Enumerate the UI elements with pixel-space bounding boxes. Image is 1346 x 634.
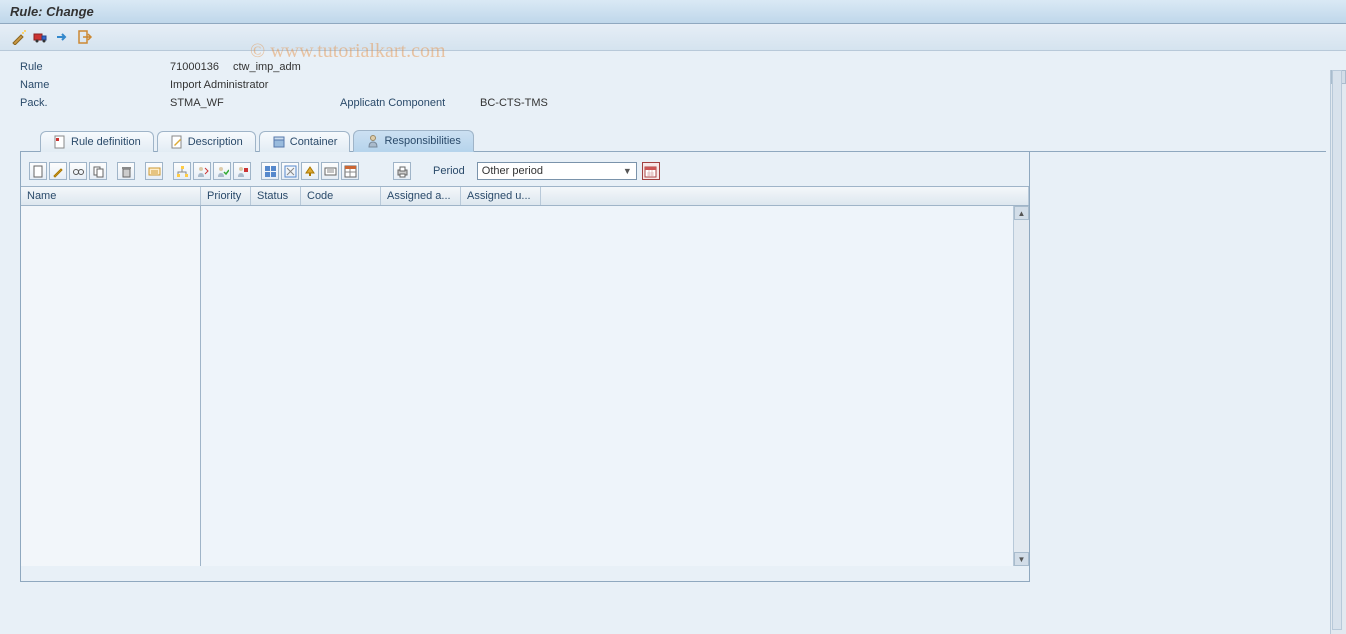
grid-header: Name Priority Status Code Assigned a... … [21,186,1029,206]
col-priority[interactable]: Priority [201,187,251,205]
arrow-right-icon[interactable] [54,28,72,46]
tab-responsibilities[interactable]: Responsibilities [353,130,473,152]
dropdown-arrow-icon: ▼ [623,166,632,176]
period-select[interactable]: Other period ▼ [477,162,637,180]
person-icon [366,134,380,148]
rule-label: Rule [20,61,170,73]
scroll-up-icon[interactable]: ▲ [1014,206,1029,220]
deselect-button[interactable] [281,162,299,180]
tab-label: Description [188,136,243,148]
tab-description[interactable]: Description [157,131,256,152]
data-column[interactable]: ▲ ▼ [201,206,1029,566]
delimit-button[interactable] [145,162,163,180]
col-rest [541,187,1029,205]
create-button[interactable] [29,162,47,180]
period-value: Other period [482,165,543,177]
grid-body: ▲ ▼ [21,206,1029,566]
user-remove-button[interactable] [233,162,251,180]
edit-icon [170,135,184,149]
content-area: Rule 71000136 ctw_imp_adm Name Import Ad… [0,51,1346,592]
panel-toolbar: Period Other period ▼ [21,162,1029,186]
rule-id: 71000136 [170,61,219,73]
main-toolbar [0,24,1346,51]
layout-button[interactable] [341,162,359,180]
field-rule: Rule 71000136 ctw_imp_adm [20,61,1326,73]
tab-label: Responsibilities [384,135,460,147]
wand-icon[interactable] [10,28,28,46]
select-all-button[interactable] [261,162,279,180]
collapse-button[interactable] [321,162,339,180]
tab-label: Container [290,136,338,148]
calendar-button[interactable] [642,162,660,180]
tree-column[interactable] [21,206,201,566]
grid-scrollbar[interactable]: ▲ ▼ [1013,206,1029,566]
responsibilities-panel: Period Other period ▼ Name Priority Stat… [20,152,1030,582]
field-name: Name Import Administrator [20,79,1326,91]
rule-tech-name: ctw_imp_adm [233,61,301,73]
edit-button[interactable] [49,162,67,180]
pack-label: Pack. [20,97,170,109]
tab-container[interactable]: Container [259,131,351,152]
col-assigned-a[interactable]: Assigned a... [381,187,461,205]
scroll-down-icon[interactable]: ▼ [1014,552,1029,566]
col-assigned-u[interactable]: Assigned u... [461,187,541,205]
glasses-button[interactable] [69,162,87,180]
pack-value: STMA_WF [170,97,270,109]
appcomp-label: Applicatn Component [340,97,480,109]
hierarchy-button[interactable] [173,162,191,180]
window-title: Rule: Change [0,0,1346,24]
tab-rule-definition[interactable]: Rule definition [40,131,154,152]
field-pack: Pack. STMA_WF Applicatn Component BC-CTS… [20,97,1326,109]
document-red-icon [53,135,67,149]
name-label: Name [20,79,170,91]
truck-icon[interactable] [32,28,50,46]
print-button[interactable] [393,162,411,180]
col-status[interactable]: Status [251,187,301,205]
appcomp-value: BC-CTS-TMS [480,97,548,109]
col-code[interactable]: Code [301,187,381,205]
expand-button[interactable] [301,162,319,180]
delete-button[interactable] [117,162,135,180]
tabstrip: Rule definition Description Container Re… [20,129,1326,152]
page-scrollbar-track[interactable] [1332,70,1342,630]
user-assign-button[interactable] [193,162,211,180]
col-name[interactable]: Name [21,187,201,205]
container-icon [272,135,286,149]
user-check-button[interactable] [213,162,231,180]
copy-button[interactable] [89,162,107,180]
title-text: Rule: Change [10,4,94,19]
exit-icon[interactable] [76,28,94,46]
name-value: Import Administrator [170,79,268,91]
tab-label: Rule definition [71,136,141,148]
period-label: Period [433,165,465,177]
